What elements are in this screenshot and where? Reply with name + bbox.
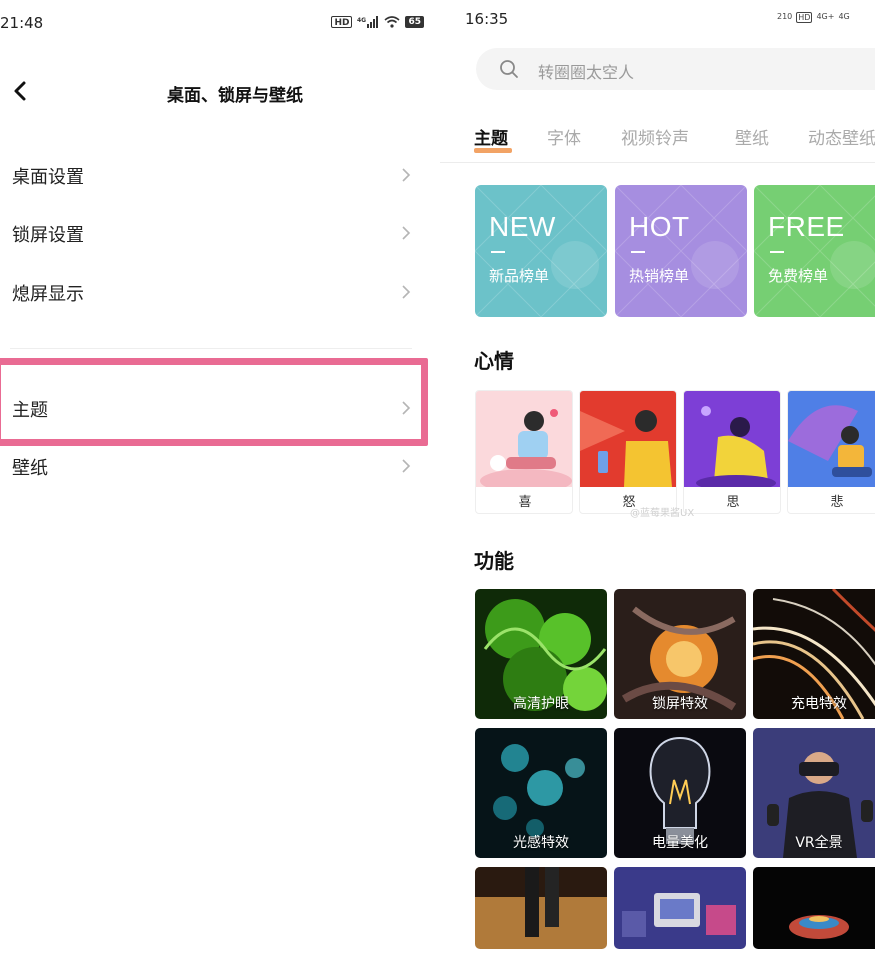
hd-icon: HD bbox=[796, 12, 813, 23]
feature-image bbox=[614, 867, 746, 949]
feature-card-8[interactable] bbox=[614, 867, 746, 949]
card-dash bbox=[770, 251, 784, 253]
feature-label: VR全景 bbox=[795, 835, 843, 851]
status-time: 21:48 bbox=[0, 14, 44, 32]
svg-text:4G: 4G bbox=[357, 17, 366, 24]
search-icon bbox=[500, 60, 518, 78]
settings-item-label: 锁屏设置 bbox=[12, 225, 84, 246]
settings-item-wallpaper[interactable]: 壁纸 bbox=[0, 441, 440, 491]
mood-label: 喜 bbox=[518, 495, 532, 510]
rank-card-title: HOT bbox=[629, 211, 690, 242]
mood-illustration bbox=[788, 391, 875, 487]
settings-item-label: 壁纸 bbox=[12, 458, 48, 479]
mood-card-anger[interactable]: 怒 bbox=[579, 390, 677, 514]
status-icons: 210 HD 4G+ 4G bbox=[777, 12, 850, 23]
mood-card-joy[interactable]: 喜 bbox=[475, 390, 573, 514]
watermark: @蓝莓果酱UX bbox=[630, 508, 695, 519]
feature-label: 光感特效 bbox=[513, 835, 569, 851]
card-dash bbox=[631, 251, 645, 253]
feature-card-9[interactable] bbox=[753, 867, 875, 949]
rank-card-subtitle: 新品榜单 bbox=[489, 267, 550, 285]
feature-label: 锁屏特效 bbox=[652, 696, 708, 712]
feature-card-lockscreen-effect[interactable]: 锁屏特效 bbox=[614, 589, 746, 719]
tabs-divider bbox=[440, 162, 875, 163]
feature-section-title: 功能 bbox=[474, 549, 514, 573]
feature-image bbox=[475, 867, 607, 949]
settings-item-label: 桌面设置 bbox=[12, 167, 84, 188]
mood-illustration bbox=[476, 391, 572, 487]
feature-label: 电量美化 bbox=[652, 835, 708, 851]
category-tabs: 主题 字体 视频铃声 壁纸 动态壁纸 bbox=[440, 118, 875, 162]
rank-card-title: NEW bbox=[489, 211, 556, 242]
status-time: 16:35 bbox=[465, 10, 509, 28]
mood-label: 悲 bbox=[830, 495, 844, 510]
hd-icon: HD bbox=[331, 16, 353, 28]
tab-wallpaper[interactable]: 壁纸 bbox=[735, 124, 769, 149]
settings-item-label: 熄屏显示 bbox=[12, 284, 84, 305]
chevron-right-icon bbox=[402, 168, 411, 182]
feature-card-vr-panorama[interactable]: VR全景 bbox=[753, 728, 875, 858]
signal-icon: 4G bbox=[357, 16, 379, 28]
page-header: 桌面、锁屏与壁纸 bbox=[0, 72, 440, 112]
rank-card-new[interactable]: NEW 新品榜单 bbox=[475, 185, 607, 317]
battery-icon: 65 bbox=[405, 16, 424, 28]
theme-store-screen: 16:35 210 HD 4G+ 4G 转圈圈太空人 主题 字体 视频铃声 壁纸… bbox=[440, 0, 875, 955]
active-tab-indicator bbox=[474, 148, 512, 153]
settings-item-aod[interactable]: 熄屏显示 bbox=[0, 267, 440, 317]
chevron-right-icon bbox=[402, 459, 411, 473]
feature-card-light-sensor[interactable]: 光感特效 bbox=[475, 728, 607, 858]
mood-card-thought[interactable]: 思 bbox=[683, 390, 781, 514]
signal-4g-icon: 4G bbox=[838, 12, 850, 21]
feature-card-charging-effect[interactable]: 充电特效 bbox=[753, 589, 875, 719]
settings-item-lockscreen[interactable]: 锁屏设置 bbox=[0, 208, 440, 258]
tab-font[interactable]: 字体 bbox=[547, 124, 581, 149]
card-dash bbox=[491, 251, 505, 253]
feature-card-7[interactable] bbox=[475, 867, 607, 949]
rank-card-free[interactable]: FREE 免费榜单 bbox=[754, 185, 875, 317]
rank-card-subtitle: 热销榜单 bbox=[629, 267, 690, 285]
chevron-right-icon bbox=[402, 226, 411, 240]
section-divider bbox=[10, 348, 412, 349]
signal-4g-plus-icon: 4G+ bbox=[816, 12, 835, 21]
mood-illustration bbox=[684, 391, 780, 487]
settings-item-desktop[interactable]: 桌面设置 bbox=[0, 150, 440, 200]
search-bar[interactable]: 转圈圈太空人 bbox=[476, 48, 875, 90]
status-bar: 21:48 HD 4G 65 bbox=[0, 10, 440, 40]
settings-screen: 21:48 HD 4G 65 桌面、锁屏与壁纸 桌面设置 锁屏设置 熄屏显示 主… bbox=[0, 0, 440, 955]
mood-label: 思 bbox=[726, 495, 740, 510]
tab-theme[interactable]: 主题 bbox=[474, 124, 508, 149]
status-bar: 16:35 210 HD 4G+ 4G bbox=[440, 0, 875, 36]
chevron-right-icon bbox=[402, 285, 411, 299]
network-speed-icon: 210 bbox=[777, 12, 793, 21]
feature-label: 充电特效 bbox=[791, 696, 847, 712]
wifi-icon bbox=[384, 16, 400, 28]
search-placeholder: 转圈圈太空人 bbox=[538, 63, 635, 82]
feature-card-battery-style[interactable]: 电量美化 bbox=[614, 728, 746, 858]
mood-illustration bbox=[580, 391, 676, 487]
rank-card-subtitle: 免费榜单 bbox=[768, 267, 829, 285]
status-icons: HD 4G 65 bbox=[331, 16, 424, 28]
rank-card-title: FREE bbox=[768, 211, 845, 242]
feature-card-eye-care[interactable]: 高清护眼 bbox=[475, 589, 607, 719]
mood-card-sad[interactable]: 悲 bbox=[787, 390, 875, 514]
tab-video-ringtone[interactable]: 视频铃声 bbox=[621, 124, 689, 149]
page-title: 桌面、锁屏与壁纸 bbox=[167, 86, 303, 106]
feature-image bbox=[753, 867, 875, 949]
mood-section-title: 心情 bbox=[474, 349, 514, 373]
highlight-box bbox=[0, 358, 428, 446]
feature-label: 高清护眼 bbox=[513, 696, 569, 712]
rank-card-hot[interactable]: HOT 热销榜单 bbox=[615, 185, 747, 317]
tab-live-wallpaper[interactable]: 动态壁纸 bbox=[808, 124, 875, 149]
